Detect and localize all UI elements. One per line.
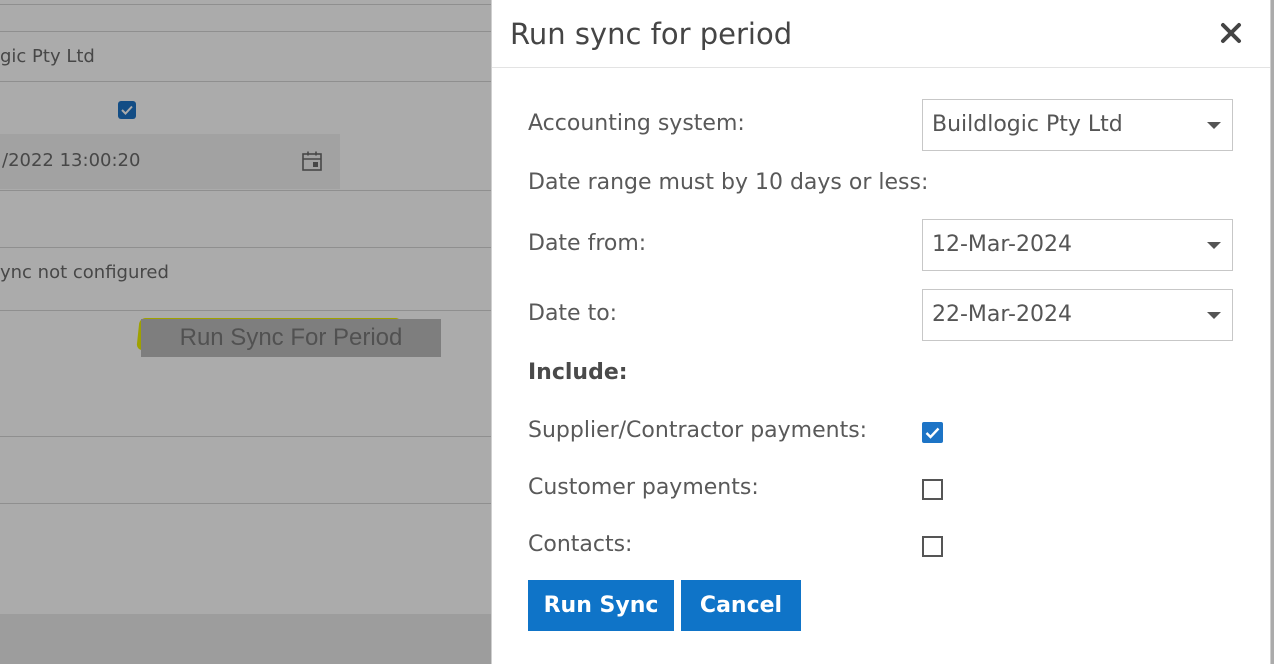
supplier-payments-checkbox[interactable] [922, 422, 943, 443]
date-from-label: Date from: [528, 231, 647, 256]
contacts-label: Contacts: [528, 532, 633, 557]
contacts-checkbox[interactable] [922, 536, 943, 557]
date-from-select[interactable]: 12-Mar-2024 [922, 219, 1233, 271]
accounting-system-select[interactable]: Buildlogic Pty Ltd [922, 99, 1233, 151]
date-to-label: Date to: [528, 301, 618, 326]
run-sync-button[interactable]: Run Sync [528, 580, 674, 631]
run-sync-dialog: Run sync for period Accounting system: B… [491, 0, 1271, 664]
date-to-value: 22-Mar-2024 [932, 302, 1072, 327]
chevron-down-icon [1207, 312, 1221, 319]
chevron-down-icon [1207, 242, 1221, 249]
customer-payments-label: Customer payments: [528, 475, 759, 500]
chevron-down-icon [1207, 122, 1221, 129]
supplier-payments-label: Supplier/Contractor payments: [528, 418, 868, 443]
accounting-system-value: Buildlogic Pty Ltd [932, 112, 1123, 137]
include-heading: Include: [528, 360, 628, 385]
close-icon[interactable] [1218, 20, 1244, 46]
date-range-note: Date range must by 10 days or less: [528, 170, 929, 195]
date-from-value: 12-Mar-2024 [932, 232, 1072, 257]
cancel-button[interactable]: Cancel [681, 580, 801, 631]
dialog-title: Run sync for period [510, 17, 793, 51]
customer-payments-checkbox[interactable] [922, 479, 943, 500]
checkmark-icon [925, 427, 940, 439]
accounting-system-label: Accounting system: [528, 111, 745, 136]
date-to-select[interactable]: 22-Mar-2024 [922, 289, 1233, 341]
dialog-header: Run sync for period [492, 0, 1270, 68]
